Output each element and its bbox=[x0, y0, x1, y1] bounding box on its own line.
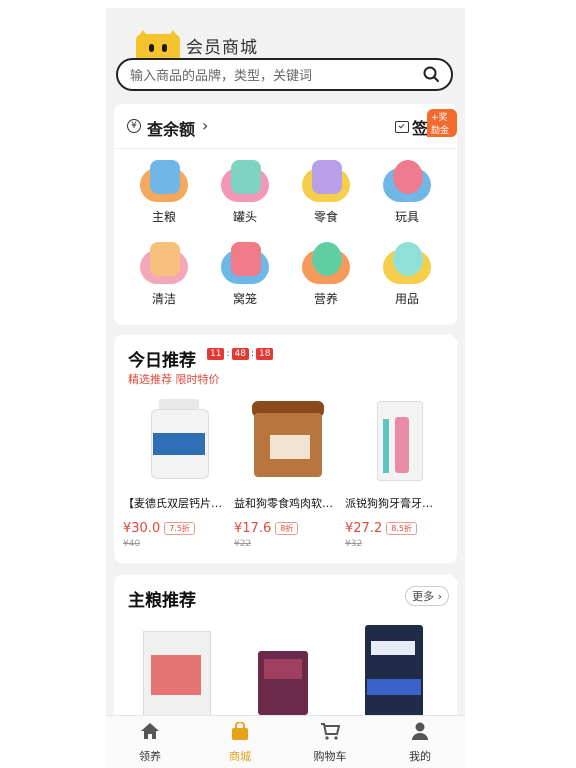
brand-header: 会员商城 bbox=[136, 30, 258, 60]
category-label: 清洁 bbox=[151, 292, 176, 306]
more-button[interactable]: 更多 › bbox=[405, 586, 449, 606]
category-item-snack[interactable]: 零食 bbox=[296, 158, 356, 225]
product-image[interactable] bbox=[123, 621, 231, 721]
search-input[interactable] bbox=[128, 65, 417, 87]
home-icon bbox=[141, 723, 159, 739]
balance-category-card: ¥ 查余额 › 签到 +奖励金 主粮 罐头 bbox=[114, 104, 457, 325]
cart-icon bbox=[321, 723, 341, 740]
app-screen: 会员商城 ¥ 查余额 › 签到 +奖励金 主粮 bbox=[106, 8, 465, 768]
category-item-nutrition[interactable]: 营养 bbox=[296, 240, 356, 307]
chevron-right-icon[interactable]: › bbox=[202, 116, 208, 135]
product-card[interactable]: 【麦德氏双层钙片… ¥30.0 7.5折 ¥40 bbox=[123, 395, 231, 549]
timer-seconds: 18 bbox=[256, 348, 274, 360]
pet-house-icon bbox=[219, 240, 271, 288]
category-item-can[interactable]: 罐头 bbox=[215, 158, 275, 225]
tab-adopt[interactable]: 领养 bbox=[120, 722, 180, 764]
product-image bbox=[351, 395, 447, 481]
category-label: 零食 bbox=[313, 210, 338, 224]
tab-mall[interactable]: 商城 bbox=[210, 721, 270, 764]
category-item-clean[interactable]: 清洁 bbox=[134, 240, 194, 307]
user-icon bbox=[412, 722, 428, 740]
product-price: ¥27.2 bbox=[345, 521, 383, 536]
product-name: 派锐狗狗牙膏牙… bbox=[345, 497, 433, 510]
product-price: ¥30.0 bbox=[123, 521, 161, 536]
countdown-timer: 11 : 48 : 18 bbox=[207, 348, 274, 360]
cat-logo-icon bbox=[136, 30, 180, 60]
yen-icon: ¥ bbox=[127, 119, 141, 133]
category-label: 营养 bbox=[313, 292, 338, 306]
category-item-house[interactable]: 窝笼 bbox=[215, 240, 275, 307]
timer-minutes: 48 bbox=[231, 348, 249, 360]
discount-badge: 7.5折 bbox=[164, 522, 195, 535]
category-label: 罐头 bbox=[232, 210, 257, 224]
product-card[interactable]: 益和狗零食鸡肉软… ¥17.6 8折 ¥22 bbox=[234, 395, 342, 549]
category-label: 窝笼 bbox=[232, 292, 257, 306]
health-cross-icon bbox=[381, 240, 433, 288]
today-recommend-card: 今日推荐 11 : 48 : 18 精选推荐 限时特价 【麦德氏双层钙片… ¥3… bbox=[114, 335, 457, 563]
original-price: ¥32 bbox=[345, 539, 363, 549]
product-card[interactable]: 派锐狗狗牙膏牙… ¥27.2 8.5折 ¥32 bbox=[345, 395, 453, 549]
tab-label: 商城 bbox=[229, 750, 251, 763]
paw-can-icon bbox=[219, 158, 271, 206]
timer-hours: 11 bbox=[207, 348, 225, 360]
section-title: 主粮推荐 bbox=[128, 591, 196, 611]
food-bowl-icon bbox=[138, 158, 190, 206]
tab-cart[interactable]: 购物车 bbox=[300, 722, 360, 764]
discount-badge: 8折 bbox=[275, 522, 299, 535]
tab-profile[interactable]: 我的 bbox=[390, 722, 450, 764]
balance-row: ¥ 查余额 › 签到 +奖励金 bbox=[114, 104, 457, 149]
section-subtitle: 精选推荐 限时特价 bbox=[128, 373, 220, 386]
calendar-check-icon[interactable] bbox=[395, 121, 409, 133]
search-bar[interactable] bbox=[116, 58, 453, 91]
yarn-ball-icon bbox=[381, 158, 433, 206]
supplement-icon bbox=[300, 240, 352, 288]
tab-label: 领养 bbox=[139, 750, 161, 763]
category-item-staple[interactable]: 主粮 bbox=[134, 158, 194, 225]
original-price: ¥40 bbox=[123, 539, 141, 549]
product-price: ¥17.6 bbox=[234, 521, 272, 536]
product-name: 【麦德氏双层钙片… bbox=[123, 497, 222, 510]
product-name: 益和狗零食鸡肉软… bbox=[234, 497, 333, 510]
product-image bbox=[129, 395, 225, 481]
section-title: 今日推荐 bbox=[128, 351, 196, 371]
tab-label: 购物车 bbox=[313, 750, 347, 763]
original-price: ¥22 bbox=[234, 539, 252, 549]
tab-label: 我的 bbox=[409, 750, 431, 763]
category-label: 用品 bbox=[394, 292, 419, 306]
product-image bbox=[240, 395, 336, 481]
discount-badge: 8.5折 bbox=[386, 522, 417, 535]
check-balance-button[interactable]: 查余额 bbox=[147, 116, 195, 140]
reward-badge: +奖励金 bbox=[427, 109, 457, 137]
search-icon[interactable] bbox=[423, 66, 439, 82]
snack-bag-icon bbox=[300, 158, 352, 206]
category-item-supplies[interactable]: 用品 bbox=[377, 240, 437, 307]
shopping-bag-icon bbox=[232, 721, 248, 740]
comb-icon bbox=[138, 240, 190, 288]
category-label: 主粮 bbox=[151, 210, 176, 224]
product-image[interactable] bbox=[234, 621, 342, 721]
category-label: 玩具 bbox=[394, 210, 419, 224]
product-image[interactable] bbox=[345, 621, 453, 721]
bottom-tab-bar: 领养 商城 购物车 我的 bbox=[106, 715, 465, 768]
category-item-toy[interactable]: 玩具 bbox=[377, 158, 437, 225]
timer-separator: : bbox=[226, 349, 230, 359]
page-title: 会员商城 bbox=[186, 37, 258, 58]
timer-separator: : bbox=[250, 349, 254, 359]
